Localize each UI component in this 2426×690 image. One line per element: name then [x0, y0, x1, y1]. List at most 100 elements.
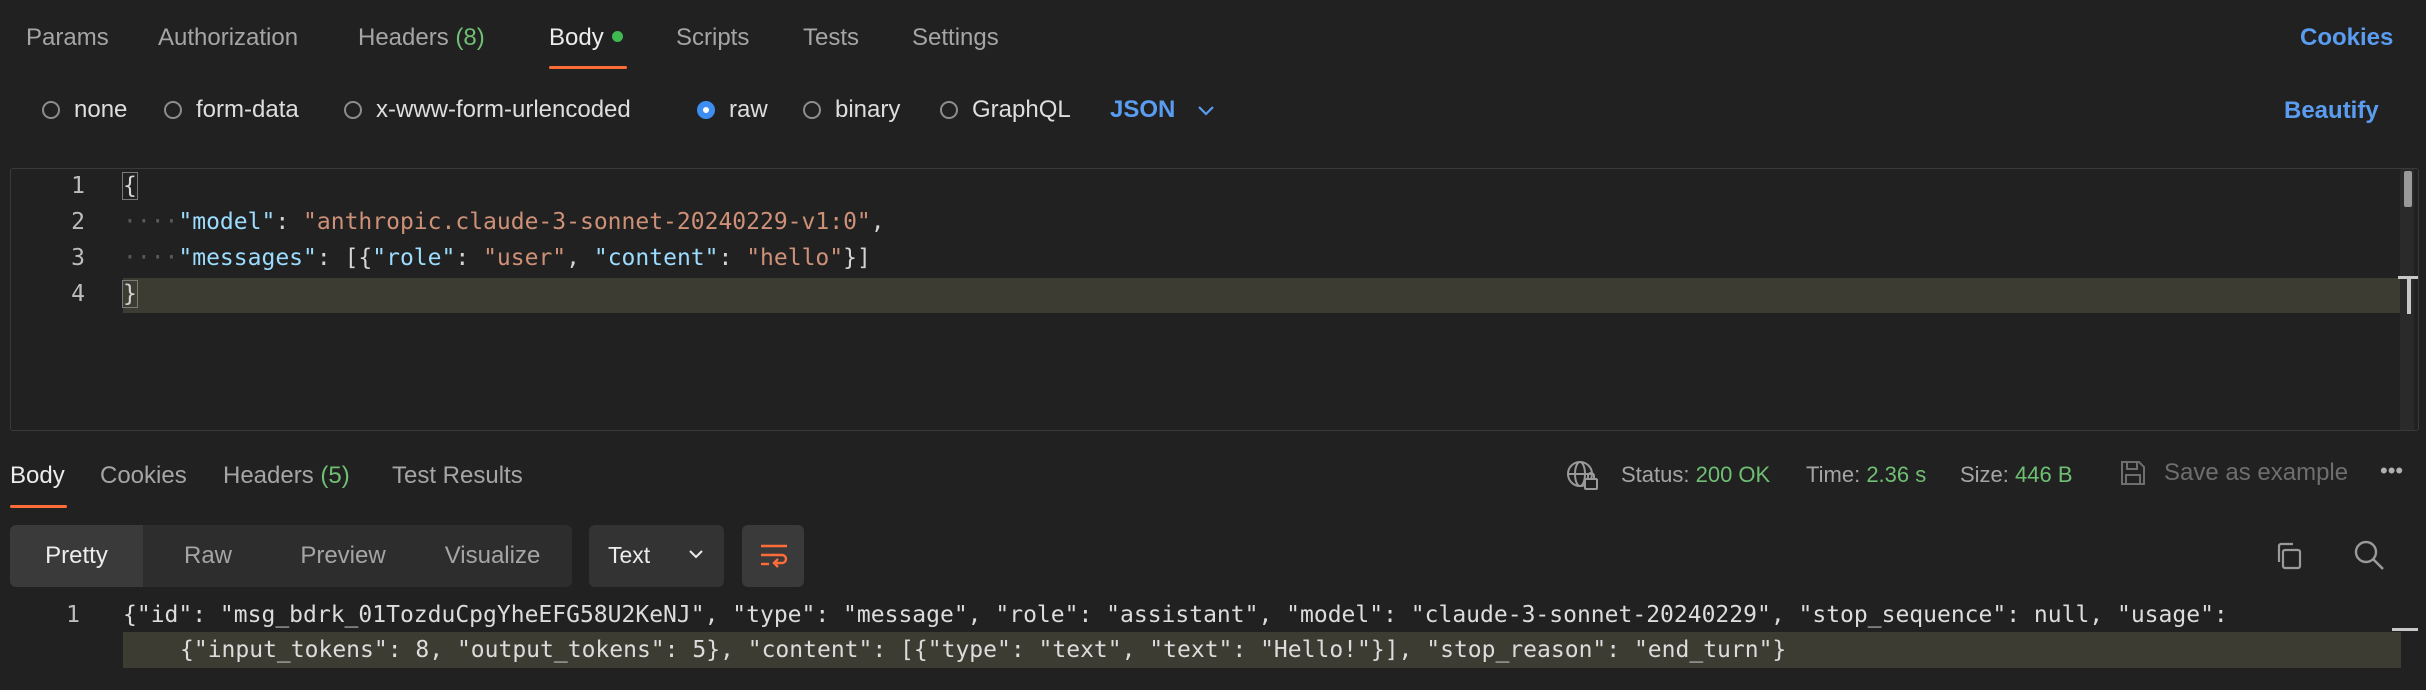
response-tab-cookies[interactable]: Cookies — [100, 462, 187, 490]
more-options-icon[interactable]: ••• — [2380, 458, 2403, 484]
globe-lock-icon[interactable] — [1565, 459, 1599, 493]
response-tab-headers[interactable]: Headers (5) — [223, 462, 350, 490]
request-body-editor[interactable]: 1 2 3 4 { ····"model": "anthropic.claude… — [10, 168, 2419, 431]
status-label: Status: — [1621, 462, 1690, 487]
json-punct: }] — [843, 245, 871, 271]
json-punct: , — [870, 209, 885, 235]
language-select[interactable]: JSON — [1110, 96, 1215, 124]
json-key: "model" — [178, 209, 276, 235]
response-tab-test-results[interactable]: Test Results — [392, 462, 523, 490]
json-punct: : [{ — [316, 245, 373, 271]
json-punct: : — [455, 245, 484, 271]
json-punct: : — [275, 209, 304, 235]
tab-authorization[interactable]: Authorization — [158, 24, 298, 52]
response-tab-body[interactable]: Body — [10, 462, 65, 490]
view-visualize-button[interactable]: Visualize — [413, 525, 572, 587]
status-value: 200 OK — [1695, 462, 1771, 487]
tab-tests[interactable]: Tests — [803, 24, 859, 52]
chevron-down-icon — [1198, 105, 1215, 116]
language-select-value: JSON — [1110, 96, 1176, 123]
brace-close: } — [122, 280, 138, 308]
response-active-tab-underline — [10, 505, 67, 508]
request-tabs: Params Authorization Headers (8) Body Sc… — [0, 0, 2426, 78]
radio-graphql-label: GraphQL — [972, 96, 1071, 123]
save-as-example-button[interactable]: Save as example — [2118, 458, 2348, 488]
whitespace-dots: ···· — [123, 209, 179, 235]
beautify-link[interactable]: Beautify — [2284, 97, 2379, 125]
radio-none-circle — [42, 101, 60, 119]
tab-headers-label: Headers — [358, 24, 449, 51]
line-number: 3 — [71, 245, 85, 271]
code-line-4: } — [122, 280, 138, 308]
radio-binary-label: binary — [835, 96, 901, 123]
json-string: "hello" — [746, 245, 844, 271]
view-pretty-button[interactable]: Pretty — [10, 525, 143, 587]
modified-dot-icon — [611, 31, 623, 43]
code-line-3: ····"messages": [{"role": "user", "conte… — [123, 245, 871, 271]
copy-icon[interactable] — [2273, 540, 2305, 572]
tab-scripts[interactable]: Scripts — [676, 24, 749, 52]
response-format-value: Text — [608, 542, 651, 568]
tab-body[interactable]: Body — [549, 24, 623, 52]
chevron-down-icon — [689, 550, 703, 559]
search-icon[interactable] — [2352, 538, 2386, 572]
code-line-2: ····"model": "anthropic.claude-3-sonnet-… — [123, 209, 885, 235]
tab-params[interactable]: Params — [26, 24, 109, 52]
radio-none[interactable]: none — [42, 96, 127, 124]
json-punct: , — [566, 245, 594, 271]
active-line-highlight — [123, 278, 2403, 313]
radio-raw-circle — [697, 101, 715, 119]
save-as-example-label: Save as example — [2164, 459, 2349, 486]
tab-headers[interactable]: Headers (8) — [358, 24, 485, 52]
brace-open: { — [122, 172, 138, 200]
response-body-line-1[interactable]: {"id": "msg_bdrk_01TozduCpgYheEFG58U2KeN… — [123, 602, 2228, 628]
radio-form-data-label: form-data — [196, 96, 299, 123]
response-line-number: 1 — [66, 602, 80, 628]
editor-scrollbar-thumb[interactable] — [2404, 171, 2412, 207]
radio-raw-label: raw — [729, 96, 768, 123]
save-icon — [2121, 461, 2145, 485]
time-label: Time: — [1806, 462, 1861, 487]
radio-binary-circle — [803, 101, 821, 119]
response-body-line-2[interactable]: {"input_tokens": 8, "output_tokens": 5},… — [180, 637, 1786, 663]
tab-settings[interactable]: Settings — [912, 24, 999, 52]
view-preview-button[interactable]: Preview — [273, 525, 413, 587]
tab-body-label: Body — [549, 24, 604, 51]
radio-urlencoded-circle — [344, 101, 362, 119]
radio-binary[interactable]: binary — [803, 96, 900, 124]
radio-urlencoded-label: x-www-form-urlencoded — [376, 96, 631, 123]
radio-form-data-circle — [164, 101, 182, 119]
json-key: "role" — [372, 245, 456, 271]
radio-raw[interactable]: raw — [697, 96, 768, 124]
json-string: "user" — [483, 245, 567, 271]
json-key: "messages" — [178, 245, 317, 271]
radio-none-label: none — [74, 96, 128, 123]
radio-form-data[interactable]: form-data — [164, 96, 299, 124]
tab-headers-count: (8) — [455, 24, 485, 51]
size-value: 446 B — [2015, 462, 2073, 487]
time-value: 2.36 s — [1866, 462, 1927, 487]
view-raw-button[interactable]: Raw — [143, 525, 273, 587]
json-string: "anthropic.claude-3-sonnet-20240229-v1:0… — [303, 209, 871, 235]
whitespace-dots: ···· — [123, 245, 179, 271]
size-label: Size: — [1960, 462, 2009, 487]
json-key: "content" — [593, 245, 719, 271]
radio-urlencoded[interactable]: x-www-form-urlencoded — [344, 96, 631, 124]
response-view-toggle: Pretty Raw Preview Visualize — [10, 525, 572, 587]
json-punct: : — [718, 245, 747, 271]
status-display[interactable]: Status: 200 OK — [1621, 462, 1770, 488]
editor-scroll-cursor-marker — [2398, 276, 2418, 314]
radio-graphql[interactable]: GraphQL — [940, 96, 1071, 124]
response-tab-headers-label: Headers — [223, 462, 314, 489]
line-number: 4 — [71, 281, 85, 307]
wrap-lines-icon — [761, 544, 788, 568]
line-number: 2 — [71, 209, 85, 235]
size-display[interactable]: Size: 446 B — [1960, 462, 2073, 488]
time-display[interactable]: Time: 2.36 s — [1806, 462, 1926, 488]
code-line-1: { — [122, 172, 138, 200]
cookies-link[interactable]: Cookies — [2300, 24, 2393, 52]
active-tab-underline — [549, 66, 627, 69]
response-format-select[interactable]: Text — [589, 525, 724, 587]
wrap-lines-button[interactable] — [742, 525, 804, 587]
line-number: 1 — [71, 173, 85, 199]
